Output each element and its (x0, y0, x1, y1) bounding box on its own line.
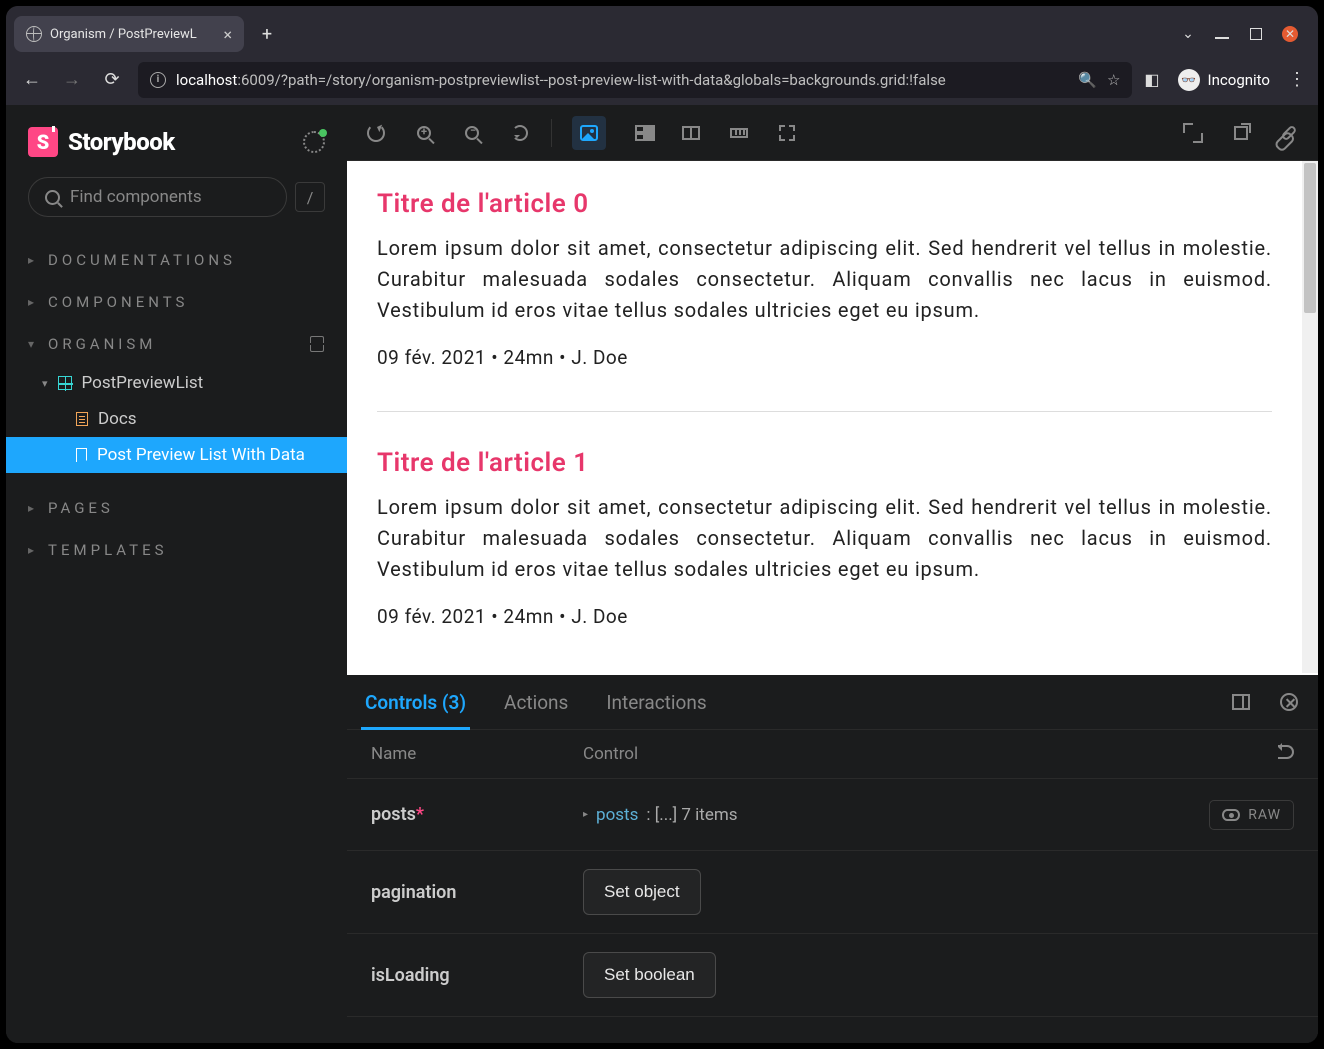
new-tab-button[interactable]: + (252, 19, 282, 49)
back-button[interactable]: ← (18, 69, 46, 90)
post-title[interactable]: Titre de l'article 1 (377, 448, 1272, 478)
scrollbar[interactable] (1302, 161, 1318, 673)
panel-icon[interactable]: ◧ (1144, 70, 1159, 89)
grid-button[interactable] (632, 122, 654, 144)
controls-header: Name Control (347, 730, 1318, 779)
open-new-tab-button[interactable] (1230, 122, 1252, 144)
object-expander[interactable]: ▸ posts : [...] 7 items (583, 805, 738, 825)
settings-button[interactable] (303, 131, 325, 153)
collapse-icon[interactable] (307, 335, 325, 353)
reset-controls-button[interactable] (1278, 744, 1294, 764)
zoom-out-button[interactable] (461, 122, 483, 144)
bookmark-star-icon[interactable]: ☆ (1107, 71, 1120, 89)
incognito-icon: 👓 (1178, 69, 1200, 91)
site-info-icon[interactable]: i (150, 72, 166, 88)
tab-title: Organism / PostPreviewL (50, 27, 197, 42)
window-close-button[interactable]: ✕ (1282, 26, 1298, 42)
sidebar: S Storybook Find components / ▸DOCUMENTA… (6, 105, 347, 1043)
story-docs[interactable]: Docs (6, 401, 347, 437)
panel-close-button[interactable] (1278, 691, 1300, 713)
storybook-logo-icon: S (28, 127, 58, 157)
viewport-button[interactable] (680, 122, 702, 144)
maximize-button[interactable] (1248, 26, 1264, 42)
scrollbar-thumb[interactable] (1304, 163, 1316, 313)
close-icon[interactable]: × (223, 25, 232, 44)
story-post-preview-list-with-data[interactable]: Post Preview List With Data (6, 437, 347, 473)
component-postpreviewlist[interactable]: ▾ PostPreviewList (6, 365, 347, 401)
minimize-button[interactable] (1214, 26, 1230, 42)
search-icon (45, 190, 60, 205)
group-organism[interactable]: ▾ORGANISM (6, 323, 347, 365)
storybook-brand: Storybook (68, 128, 175, 156)
divider (377, 411, 1272, 412)
search-shortcut-hint: / (295, 182, 325, 212)
browser-tab[interactable]: Organism / PostPreviewL × (14, 16, 244, 52)
panel-orientation-button[interactable] (1230, 691, 1252, 713)
required-marker: * (416, 804, 424, 825)
group-components[interactable]: ▸COMPONENTS (6, 281, 347, 323)
search-placeholder: Find components (70, 187, 202, 207)
reload-button[interactable]: ⟳ (98, 69, 126, 90)
group-pages[interactable]: ▸PAGES (6, 487, 347, 529)
tab-interactions[interactable]: Interactions (606, 675, 706, 729)
remount-button[interactable] (365, 122, 387, 144)
control-name: pagination (371, 882, 583, 903)
forward-button[interactable]: → (58, 69, 86, 90)
eye-icon (1222, 809, 1240, 821)
set-object-button[interactable]: Set object (583, 869, 701, 915)
browser-menu-icon[interactable]: ⋮ (1288, 69, 1306, 90)
group-documentations[interactable]: ▸DOCUMENTATIONS (6, 239, 347, 281)
measure-button[interactable] (728, 122, 750, 144)
post-preview-item: Titre de l'article 0 Lorem ipsum dolor s… (377, 189, 1272, 369)
background-button[interactable] (572, 116, 606, 150)
control-row-posts: posts* ▸ posts : [...] 7 items RAW (347, 779, 1318, 851)
incognito-indicator: 👓 Incognito (1178, 69, 1270, 91)
post-title[interactable]: Titre de l'article 0 (377, 189, 1272, 219)
browser-chrome: Organism / PostPreviewL × + ⌄ ✕ ← → ⟳ i … (6, 6, 1318, 105)
control-row-isloading: isLoading Set boolean (347, 934, 1318, 1017)
col-name-label: Name (371, 744, 583, 764)
address-bar[interactable]: i localhost:6009/?path=/story/organism-p… (138, 62, 1132, 98)
control-row-pagination: pagination Set object (347, 851, 1318, 934)
tab-actions[interactable]: Actions (504, 675, 568, 729)
post-meta: 09 fév. 2021 • 24mn • J. Doe (377, 605, 1272, 628)
canvas-toolbar (347, 105, 1318, 161)
tabs-overflow-icon[interactable]: ⌄ (1180, 26, 1196, 42)
story-canvas: Titre de l'article 0 Lorem ipsum dolor s… (347, 161, 1318, 675)
zoom-icon[interactable]: 🔍 (1078, 71, 1097, 89)
post-excerpt: Lorem ipsum dolor sit amet, consectetur … (377, 492, 1272, 585)
raw-toggle-button[interactable]: RAW (1209, 800, 1294, 830)
zoom-in-button[interactable] (413, 122, 435, 144)
component-icon (58, 376, 72, 390)
control-name: isLoading (371, 965, 583, 986)
outline-button[interactable] (776, 122, 798, 144)
group-templates[interactable]: ▸TEMPLATES (6, 529, 347, 571)
col-control-label: Control (583, 744, 638, 764)
update-dot-icon (319, 129, 327, 137)
fullscreen-button[interactable] (1182, 122, 1204, 144)
copy-link-button[interactable] (1278, 122, 1300, 144)
tab-controls[interactable]: Controls (3) (365, 675, 466, 729)
post-excerpt: Lorem ipsum dolor sit amet, consectetur … (377, 233, 1272, 326)
document-icon (76, 412, 88, 426)
control-name: posts (371, 804, 416, 825)
zoom-reset-button[interactable] (509, 122, 531, 144)
set-boolean-button[interactable]: Set boolean (583, 952, 716, 998)
post-meta: 09 fév. 2021 • 24mn • J. Doe (377, 346, 1272, 369)
globe-icon (26, 26, 42, 42)
url-text: localhost:6009/?path=/story/organism-pos… (176, 71, 1068, 89)
addons-panel: Controls (3) Actions Interactions Name C… (347, 675, 1318, 1043)
post-preview-item: Titre de l'article 1 Lorem ipsum dolor s… (377, 448, 1272, 628)
bookmark-icon (76, 448, 87, 462)
search-input[interactable]: Find components (28, 177, 287, 217)
